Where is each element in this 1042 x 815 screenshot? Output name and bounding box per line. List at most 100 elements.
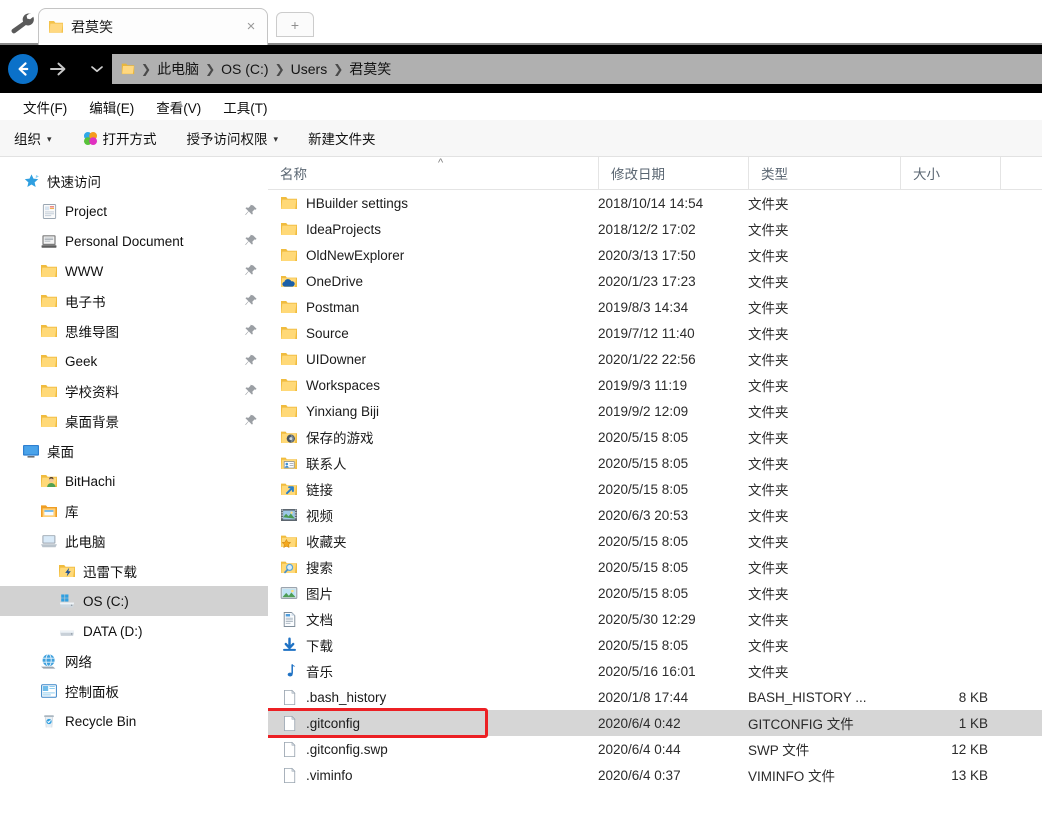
grant-access-button[interactable]: 授予访问权限 ▾ [187, 128, 279, 148]
file-type-cell: 文件夹 [748, 327, 789, 342]
breadcrumb-item-1[interactable]: OS (C:) [216, 61, 273, 77]
table-row[interactable]: 下载 2020/5/15 8:05 文件夹 [268, 632, 1042, 658]
pin-icon[interactable] [244, 324, 258, 338]
table-row[interactable]: .bash_history 2020/1/8 17:44 BASH_HISTORY … [268, 684, 1042, 710]
column-header-type[interactable]: 类型 [748, 157, 900, 189]
column-header-name[interactable]: 名称 ^ [268, 157, 598, 189]
sidebar-item-recycle-bin[interactable]: Recycle Bin [0, 706, 268, 736]
table-row[interactable]: 链接 2020/5/15 8:05 文件夹 [268, 476, 1042, 502]
onedrive-icon [280, 272, 298, 290]
pin-icon[interactable] [244, 204, 258, 218]
sidebar-item-[interactable]: 快速访问 [0, 166, 268, 196]
sidebar-item-bithachi[interactable]: BitHachi [0, 466, 268, 496]
pin-icon[interactable] [244, 384, 258, 398]
file-name-label: 搜索 [306, 561, 333, 576]
file-type-cell: 文件夹 [748, 587, 789, 602]
table-row[interactable]: 保存的游戏 2020/5/15 8:05 文件夹 [268, 424, 1042, 450]
browser-tab-active[interactable]: 君莫笑 × [38, 8, 268, 45]
table-row[interactable]: 联系人 2020/5/15 8:05 文件夹 [268, 450, 1042, 476]
sidebar-item-label: 迅雷下载 [83, 565, 137, 580]
file-type-cell: 文件夹 [748, 561, 789, 576]
sidebar-item-label: 学校资料 [65, 385, 119, 400]
table-row[interactable]: 收藏夹 2020/5/15 8:05 文件夹 [268, 528, 1042, 554]
file-list-pane[interactable]: 名称 ^ 修改日期 类型 大小 HBuilder settings 2018/10… [268, 157, 1042, 815]
table-row[interactable]: 文档 2020/5/30 12:29 文件夹 [268, 606, 1042, 632]
new-tab-button[interactable]: + [276, 12, 314, 37]
sidebar-item-personal-document[interactable]: Personal Document [0, 226, 268, 256]
sidebar-item-data-d[interactable]: DATA (D:) [0, 616, 268, 646]
sidebar-item-[interactable]: 网络 [0, 646, 268, 676]
folder-icon [120, 61, 136, 77]
close-icon[interactable]: × [243, 19, 259, 35]
file-name-label: 链接 [306, 483, 333, 498]
chevron-down-icon[interactable] [86, 55, 108, 83]
table-row[interactable]: Workspaces 2019/9/3 11:19 文件夹 [268, 372, 1042, 398]
sidebar-item-[interactable]: 电子书 [0, 286, 268, 316]
folder-icon [280, 376, 298, 394]
menu-edit[interactable]: 编辑(E) [78, 97, 145, 117]
sidebar-item-www[interactable]: WWW [0, 256, 268, 286]
table-row[interactable]: UIDowner 2020/1/22 22:56 文件夹 [268, 346, 1042, 372]
table-row[interactable]: 搜索 2020/5/15 8:05 文件夹 [268, 554, 1042, 580]
table-row[interactable]: OldNewExplorer 2020/3/13 17:50 文件夹 [268, 242, 1042, 268]
file-date-cell: 2018/10/14 14:54 [598, 195, 704, 211]
sidebar-item-[interactable]: 桌面背景 [0, 406, 268, 436]
sidebar-item-[interactable]: 控制面板 [0, 676, 268, 706]
back-arrow-icon[interactable] [8, 54, 38, 84]
table-row[interactable]: IdeaProjects 2018/12/2 17:02 文件夹 [268, 216, 1042, 242]
breadcrumb-item-3[interactable]: 君莫笑 [344, 59, 396, 79]
new-folder-button[interactable]: 新建文件夹 [308, 128, 376, 148]
table-row[interactable]: 图片 2020/5/15 8:05 文件夹 [268, 580, 1042, 606]
table-row[interactable]: .gitconfig.swp 2020/6/4 0:44 SWP 文件 12 KB [268, 736, 1042, 762]
breadcrumb-item-2[interactable]: Users [286, 61, 333, 77]
sidebar-item-label: Geek [65, 353, 98, 369]
file-type-cell: 文件夹 [748, 535, 789, 550]
navigation-pane[interactable]: 快速访问 Project Personal Document WWW 电子书 思维导图 Ge… [0, 157, 268, 815]
address-bar[interactable]: ❯ 此电脑 ❯ OS (C:) ❯ Users ❯ 君莫笑 [112, 54, 1042, 84]
column-header-size[interactable]: 大小 [900, 157, 1000, 189]
contacts-icon [280, 454, 298, 472]
table-row[interactable]: 音乐 2020/5/16 16:01 文件夹 [268, 658, 1042, 684]
table-row[interactable]: 视频 2020/6/3 20:53 文件夹 [268, 502, 1042, 528]
organize-button[interactable]: 组织 ▾ [14, 128, 52, 148]
table-row[interactable]: .viminfo 2020/6/4 0:37 VIMINFO 文件 13 KB [268, 762, 1042, 788]
table-row[interactable]: HBuilder settings 2018/10/14 14:54 文件夹 [268, 190, 1042, 216]
sidebar-item-project[interactable]: Project [0, 196, 268, 226]
wrench-icon[interactable] [8, 10, 38, 38]
pin-icon[interactable] [244, 414, 258, 428]
pin-icon[interactable] [244, 264, 258, 278]
sidebar-item-[interactable]: 此电脑 [0, 526, 268, 556]
column-header-date[interactable]: 修改日期 [598, 157, 748, 189]
table-row[interactable]: Postman 2019/8/3 14:34 文件夹 [268, 294, 1042, 320]
folder-icon [40, 382, 58, 400]
table-row[interactable]: OneDrive 2020/1/23 17:23 文件夹 [268, 268, 1042, 294]
sidebar-item-[interactable]: 库 [0, 496, 268, 526]
pin-icon[interactable] [244, 234, 258, 248]
sidebar-item-[interactable]: 迅雷下载 [0, 556, 268, 586]
organize-label: 组织 [14, 132, 41, 147]
file-name-label: .gitconfig.swp [306, 741, 388, 757]
table-row[interactable]: Source 2019/7/12 11:40 文件夹 [268, 320, 1042, 346]
sidebar-item-geek[interactable]: Geek [0, 346, 268, 376]
pin-icon[interactable] [244, 294, 258, 308]
file-name-cell: 图片 [268, 583, 598, 603]
sidebar-item-[interactable]: 学校资料 [0, 376, 268, 406]
pin-icon[interactable] [244, 354, 258, 368]
menu-view[interactable]: 查看(V) [145, 97, 212, 117]
open-with-button[interactable]: 打开方式 [82, 128, 157, 148]
table-row[interactable]: .gitconfig 2020/6/4 0:42 GITCONFIG 文件 1 KB [268, 710, 1042, 736]
folder-icon [280, 298, 298, 316]
column-header-type-label: 类型 [761, 167, 788, 182]
menu-file[interactable]: 文件(F) [12, 97, 78, 117]
menu-tools[interactable]: 工具(T) [212, 97, 278, 117]
sidebar-item-os-c[interactable]: OS (C:) [0, 586, 268, 616]
file-name-cell: 视频 [268, 505, 598, 525]
file-date-cell: 2019/9/3 11:19 [598, 377, 688, 393]
file-name-label: HBuilder settings [306, 195, 409, 211]
breadcrumb-item-0[interactable]: 此电脑 [152, 59, 204, 79]
sidebar-item-[interactable]: 桌面 [0, 436, 268, 466]
forward-arrow-icon[interactable] [44, 55, 72, 83]
sidebar-item-[interactable]: 思维导图 [0, 316, 268, 346]
sidebar-item-label: Project [65, 203, 108, 219]
table-row[interactable]: Yinxiang Biji 2019/9/2 12:09 文件夹 [268, 398, 1042, 424]
